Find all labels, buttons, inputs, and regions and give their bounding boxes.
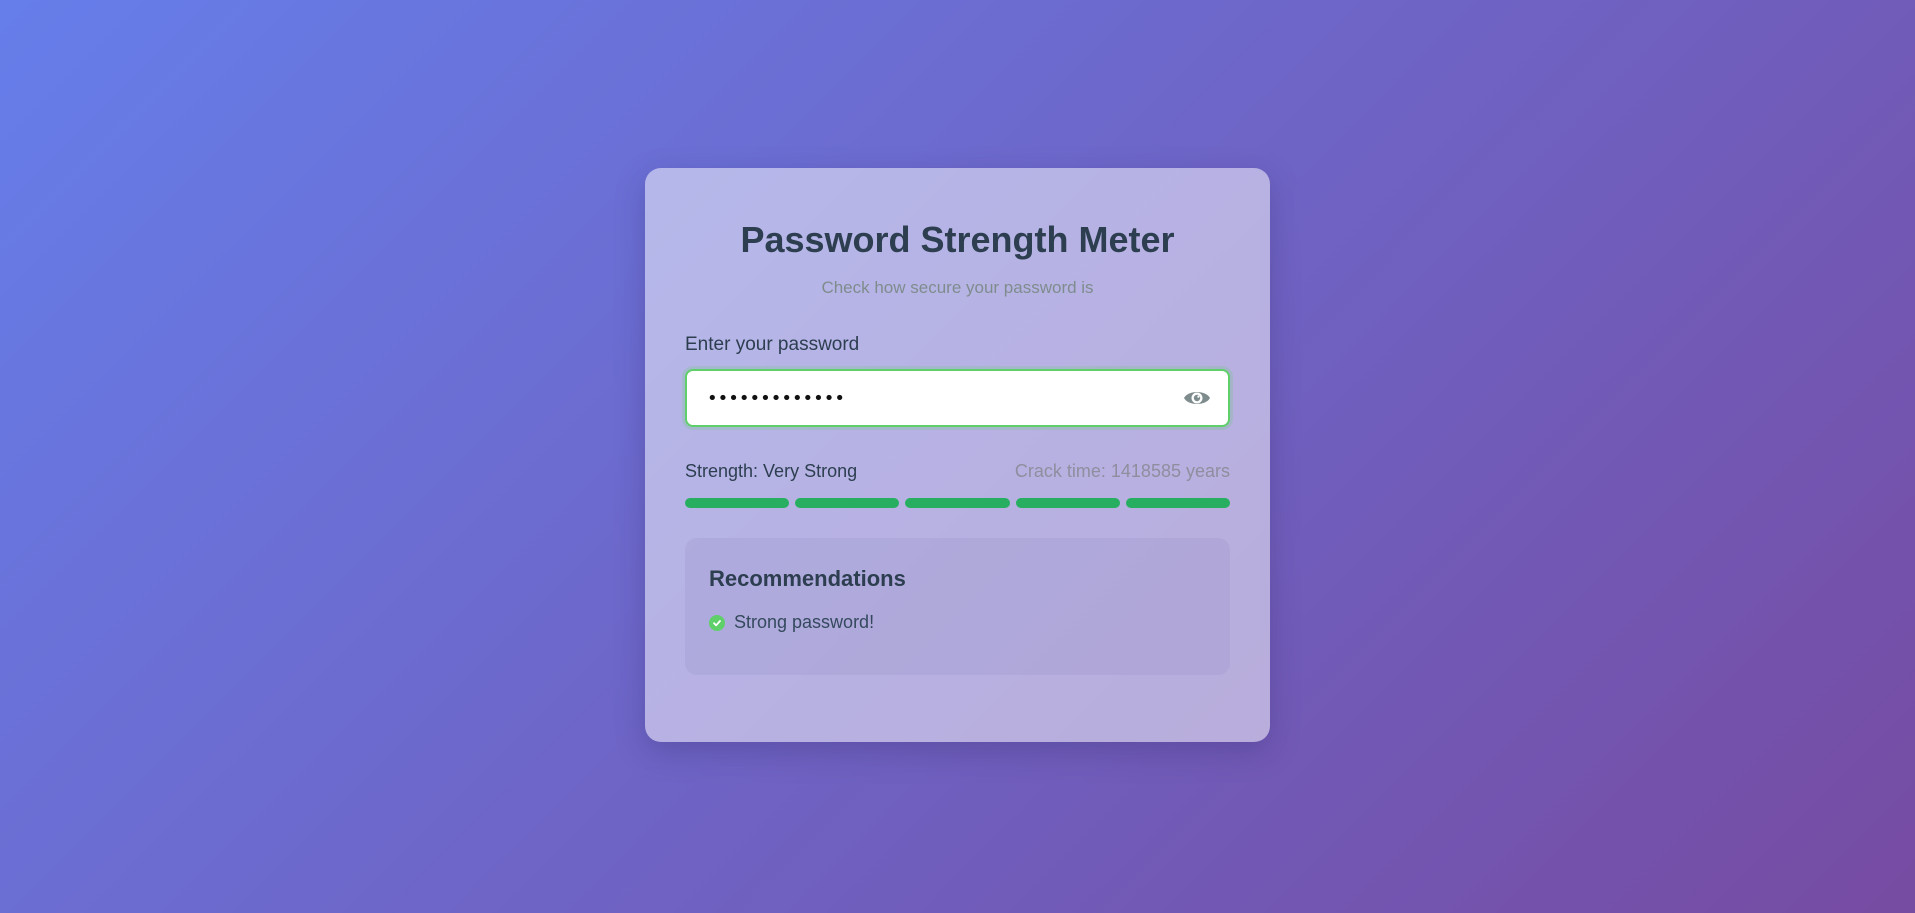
password-input-wrapper (685, 369, 1230, 428)
strength-row: Strength: Very Strong Crack time: 141858… (685, 461, 1230, 482)
strength-meter-segment (795, 498, 900, 509)
strength-label: Strength: Very Strong (685, 461, 858, 482)
page-title: Password Strength Meter (740, 219, 1175, 260)
strength-meter-segment (1125, 498, 1231, 509)
password-strength-card: Password Strength Meter Check how secure… (645, 168, 1270, 742)
password-input[interactable] (687, 371, 1228, 426)
eye-icon (1184, 392, 1210, 405)
recommendation-text: Strong password! (734, 612, 875, 633)
strength-meter (685, 498, 1231, 509)
strength-meter-segment (905, 498, 1010, 509)
recommendation-item: Strong password! (709, 612, 1206, 633)
password-field-label: Enter your password (685, 334, 860, 356)
crack-time-label: Crack time: 1418585 years (1014, 461, 1230, 482)
toggle-visibility-button[interactable] (1182, 386, 1212, 410)
checkmark-icon (713, 619, 721, 626)
strength-meter-segment (685, 498, 790, 509)
check-circle-icon (709, 614, 725, 631)
strength-meter-segment (1015, 498, 1120, 509)
recommendations-title: Recommendations (709, 566, 906, 592)
recommendations-panel: Recommendations Strong password! (685, 538, 1230, 676)
page-subtitle: Check how secure your password is (821, 278, 1094, 298)
